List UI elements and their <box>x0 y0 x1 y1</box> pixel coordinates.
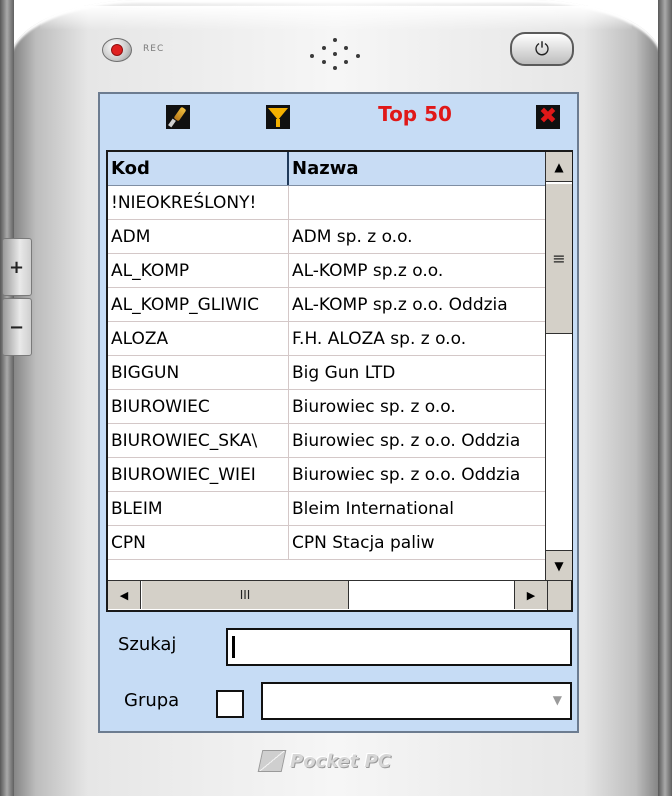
table-row[interactable]: !NIEOKREŚLONY! <box>108 186 547 220</box>
search-label: Szukaj <box>118 634 177 655</box>
cell-kod: AL_KOMP <box>108 254 289 287</box>
cell-kod: CPN <box>108 526 289 559</box>
chevron-down-icon: ▼ <box>552 693 562 707</box>
cell-kod: BIUROWIEC_SKA\ <box>108 424 289 457</box>
screen: Top 50 ✖ Kod Nazwa !NIEOKREŚLONY! ADM AD… <box>98 92 579 733</box>
scroll-left-button[interactable]: ◀ <box>108 581 141 609</box>
text-caret <box>232 636 235 658</box>
group-label: Grupa <box>124 690 180 711</box>
cell-nazwa: F.H. ALOZA sp. z o.o. <box>292 328 467 349</box>
table-row[interactable]: AL_KOMP_GLIWIC AL-KOMP sp.z o.o. Oddzia <box>108 288 547 322</box>
brand-label: Pocket PC <box>290 750 392 772</box>
cell-kod: BIUROWIEC <box>108 390 289 423</box>
cell-kod: BLEIM <box>108 492 289 525</box>
cell-kod: AL_KOMP_GLIWIC <box>108 288 289 321</box>
record-icon <box>111 44 123 56</box>
cell-kod: ADM <box>108 220 289 253</box>
scroll-right-button[interactable]: ▶ <box>514 581 547 609</box>
speaker-grille <box>300 36 370 76</box>
table-row[interactable]: BIUROWIEC_WIEI Biurowiec sp. z o.o. Oddz… <box>108 458 547 492</box>
cell-nazwa: Big Gun LTD <box>292 362 396 383</box>
cell-nazwa: ADM sp. z o.o. <box>292 226 413 247</box>
cell-nazwa: Biurowiec sp. z o.o. <box>292 396 456 417</box>
search-input[interactable] <box>226 628 572 666</box>
column-header-nazwa[interactable]: Nazwa <box>289 152 547 185</box>
scrollbar-corner <box>547 580 571 610</box>
power-icon: ⏻ <box>534 38 550 60</box>
table-row[interactable]: BIUROWIEC_SKA\ Biurowiec sp. z o.o. Oddz… <box>108 424 547 458</box>
table-row[interactable]: AL_KOMP AL-KOMP sp.z o.o. <box>108 254 547 288</box>
pocket-pc-logo: Pocket PC <box>257 746 420 776</box>
volume-down-button[interactable]: − <box>2 298 32 356</box>
scroll-down-button[interactable]: ▼ <box>546 550 572 580</box>
scroll-up-button[interactable]: ▲ <box>546 152 572 182</box>
volume-up-button[interactable]: + <box>2 238 32 296</box>
toolbar: Top 50 ✖ <box>100 94 577 142</box>
left-edge <box>0 0 14 796</box>
grid-header: Kod Nazwa <box>108 152 547 186</box>
table-row[interactable]: CPN CPN Stacja paliw <box>108 526 547 560</box>
horizontal-scrollbar[interactable]: ◀ III ▶ <box>108 580 547 610</box>
cell-nazwa: AL-KOMP sp.z o.o. <box>292 260 444 281</box>
contractor-grid: Kod Nazwa !NIEOKREŚLONY! ADM ADM sp. z o… <box>106 150 573 612</box>
cell-nazwa: Bleim International <box>292 498 455 519</box>
funnel-icon[interactable] <box>266 105 290 129</box>
cell-nazwa: AL-KOMP sp.z o.o. Oddzia <box>292 294 508 315</box>
table-row[interactable]: BIUROWIEC Biurowiec sp. z o.o. <box>108 390 547 424</box>
column-header-kod[interactable]: Kod <box>108 152 289 185</box>
list-title: Top 50 <box>378 102 452 126</box>
close-icon[interactable]: ✖ <box>536 105 560 129</box>
horizontal-scroll-thumb[interactable]: III <box>142 581 349 609</box>
cell-nazwa <box>289 186 547 219</box>
magnifier-icon[interactable] <box>166 105 190 129</box>
vertical-scroll-thumb[interactable]: ≡ <box>546 184 572 334</box>
record-label: REC <box>143 44 165 54</box>
cell-nazwa: Biurowiec sp. z o.o. Oddzia <box>292 430 521 451</box>
power-button[interactable]: ⏻ <box>510 32 574 66</box>
cell-kod: ALOZA <box>108 322 289 355</box>
cell-kod: BIGGUN <box>108 356 289 389</box>
group-checkbox[interactable] <box>216 690 244 718</box>
cell-nazwa: Biurowiec sp. z o.o. Oddzia <box>292 464 521 485</box>
table-row[interactable]: BLEIM Bleim International <box>108 492 547 526</box>
table-row[interactable]: BIGGUN Big Gun LTD <box>108 356 547 390</box>
pocket-pc-device: + − REC ⏻ Top 50 ✖ Kod Nazwa !NIEOKREŚLO… <box>0 0 672 796</box>
table-row[interactable]: ADM ADM sp. z o.o. <box>108 220 547 254</box>
right-edge <box>658 0 672 796</box>
cell-kod: BIUROWIEC_WIEI <box>108 458 289 491</box>
cell-nazwa: CPN Stacja paliw <box>292 532 435 553</box>
cell-kod: !NIEOKREŚLONY! <box>108 186 289 219</box>
table-row[interactable]: ALOZA F.H. ALOZA sp. z o.o. <box>108 322 547 356</box>
record-button[interactable] <box>102 38 132 62</box>
group-dropdown[interactable]: ▼ <box>261 682 572 720</box>
grid-body: Kod Nazwa !NIEOKREŚLONY! ADM ADM sp. z o… <box>108 152 547 580</box>
windows-logo-icon <box>257 750 287 772</box>
vertical-scrollbar[interactable]: ▲ ≡ ▼ <box>545 152 572 580</box>
